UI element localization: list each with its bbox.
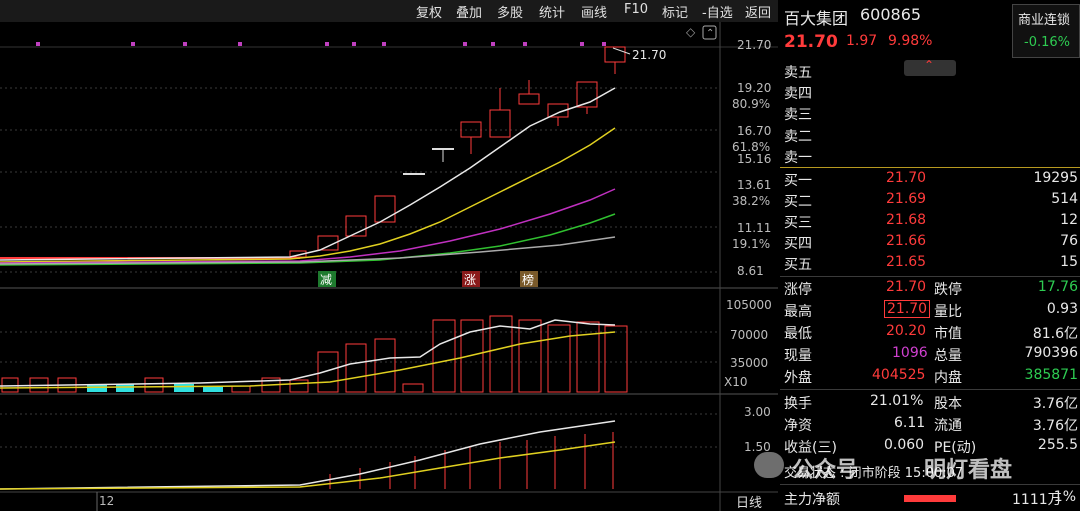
kline-chart[interactable]: 21.70 减 涨 榜 12 日线 ◇ ⌃ [0, 22, 778, 511]
fuquan-button[interactable]: 复权 [416, 2, 442, 21]
event-markers [36, 42, 606, 46]
mark-jian[interactable]: 减 [320, 273, 332, 287]
moving-averages [0, 87, 616, 266]
watermark-text-a: 公众号 [792, 458, 859, 483]
indicator-bars [329, 432, 614, 489]
collapse-handle[interactable]: ⌃ [904, 58, 956, 76]
back-button[interactable]: 返回 [745, 2, 771, 21]
stock-code: 600865 [860, 5, 922, 24]
wechat-icon [754, 452, 784, 478]
period-label[interactable]: 日线 [736, 496, 762, 511]
mark-bang[interactable]: 榜 [522, 272, 534, 287]
chart-toolbar: 复权 叠加 多股 统计 画线 F10 标记 -自选 返回 [0, 0, 778, 22]
price-tick: 13.61 [737, 178, 772, 192]
watermark-text-b: 明灯看盘 [924, 458, 1013, 483]
statistics-button[interactable]: 统计 [539, 2, 565, 21]
pct-tick: 38.2% [732, 194, 771, 208]
price-tick: 8.61 [737, 264, 764, 278]
sector-name[interactable]: 商业连锁 [1018, 9, 1070, 28]
diamond-icon[interactable]: ◇ [686, 25, 696, 39]
mark-button[interactable]: 标记 [662, 2, 688, 21]
main-flow-label: 主力净额 [784, 492, 840, 508]
svg-text:⌃: ⌃ [706, 28, 714, 39]
main-flow-pct: 1% [1053, 489, 1076, 505]
price-tick: 15.16 [737, 152, 772, 166]
price-tag: 21.70 [632, 48, 666, 62]
vol-tick: 70000 [730, 328, 769, 342]
candles [0, 46, 626, 259]
price-tick: 21.70 [737, 38, 772, 52]
vol-ma1 [0, 319, 616, 387]
price-tick: 16.70 [737, 124, 772, 138]
price-change: 1.97 [846, 33, 878, 49]
quote-panel: 百大集团 600865 21.70 1.97 9.98% 商业连锁 -0.16%… [780, 0, 1080, 511]
price-tick: 11.11 [737, 221, 772, 235]
pct-tick: 19.1% [732, 237, 771, 251]
mark-zhang[interactable]: 涨 [464, 272, 476, 287]
vol-tick: 105000 [726, 298, 772, 312]
self-select-button[interactable]: -自选 [702, 2, 733, 21]
multi-stock-button[interactable]: 多股 [497, 2, 523, 21]
ask-label: 卖三 [784, 107, 812, 123]
overlay-button[interactable]: 叠加 [456, 2, 482, 21]
ask-label: 卖二 [784, 129, 812, 145]
ask-label: 卖五 [784, 65, 812, 81]
ask-label: 卖一 [784, 150, 812, 166]
price-tick: 19.20 [737, 81, 772, 95]
main-flow-bar [904, 495, 956, 502]
last-price: 21.70 [784, 32, 838, 52]
price-change-pct: 9.98% [888, 33, 933, 49]
pct-tick: 80.9% [732, 97, 771, 111]
vol-unit: X10 [724, 375, 748, 389]
ask-label: 卖四 [784, 86, 812, 102]
ind-line2 [0, 441, 616, 490]
f10-button[interactable]: F10 [624, 2, 648, 17]
ind-tick: 3.00 [744, 405, 771, 419]
date-label: 12 [99, 494, 114, 508]
chevron-up-icon: ⌃ [924, 58, 935, 72]
vol-tick: 35000 [730, 356, 769, 370]
sector-pct: -0.16% [1024, 35, 1070, 50]
draw-line-button[interactable]: 画线 [581, 2, 607, 21]
stock-name: 百大集团 [784, 9, 849, 28]
